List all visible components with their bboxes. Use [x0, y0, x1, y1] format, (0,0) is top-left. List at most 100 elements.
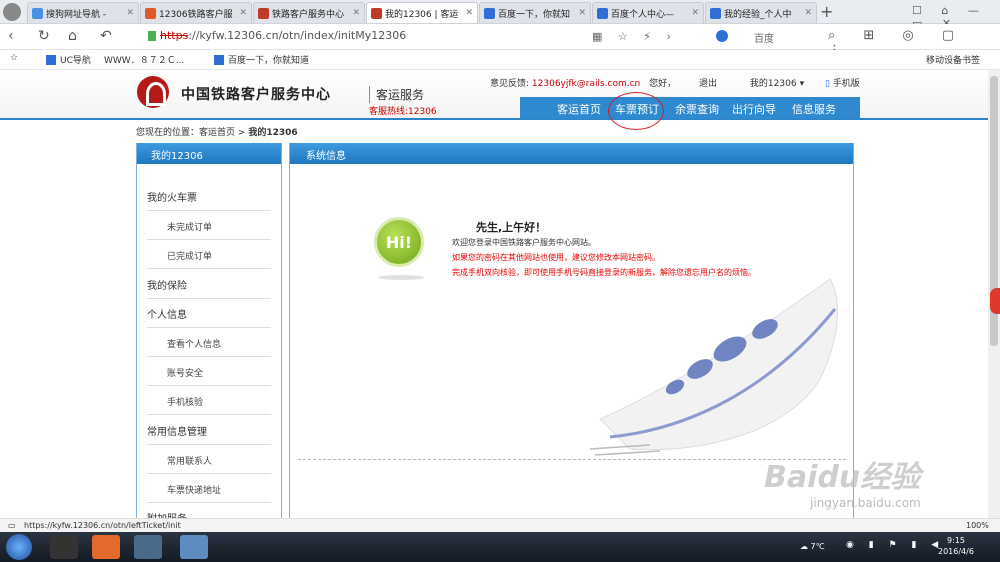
nav-remaining-tickets[interactable]: 余票查询: [675, 101, 719, 117]
refresh-icon[interactable]: ↻: [38, 27, 50, 45]
browser-tab[interactable]: 百度个人中心— ✕: [592, 2, 704, 23]
feedback-email-link[interactable]: 12306yjfk@rails.com.cn: [532, 79, 640, 89]
welcome-text: 欢迎您登录中国铁路客户服务中心网站。: [452, 238, 596, 247]
menu-group-personal-info[interactable]: 个人信息: [147, 306, 187, 321]
browser-tab[interactable]: 我的12306 | 客运 ✕: [366, 2, 478, 23]
secure-shield-icon: [148, 31, 156, 41]
url-field[interactable]: https://kyfw.12306.cn/otn/index/initMy12…: [160, 29, 406, 42]
breadcrumb-home[interactable]: 客运首页: [199, 128, 235, 138]
watermark-site: jingyan.baidu.com: [810, 496, 921, 510]
red-circle-annotation: [608, 92, 664, 130]
menu-item-contacts[interactable]: 常用联系人: [167, 454, 212, 467]
menu-item-unfinished-orders[interactable]: 未完成订单: [167, 220, 212, 233]
tab-favicon-icon: [371, 7, 382, 19]
tab-favicon-icon: [145, 7, 156, 19]
browser-tab[interactable]: 搜狗网址导航 - ✕: [27, 2, 139, 23]
panel-title: 系统信息: [290, 143, 853, 164]
hi-badge-icon: Hi!: [374, 217, 424, 267]
close-icon[interactable]: ✕: [126, 8, 134, 18]
baidu-icon: [214, 54, 224, 65]
password-warning: 如果您的密码在其他网站也使用，建议您修改本网站密码。: [452, 253, 660, 262]
back-icon[interactable]: ‹: [8, 27, 14, 45]
address-bar-row: ‹ ↻ ⌂ ↶ https://kyfw.12306.cn/otn/index/…: [0, 24, 1000, 58]
tab-favicon-icon: [710, 7, 721, 19]
undo-icon[interactable]: ↶: [100, 27, 112, 45]
browser-tab[interactable]: 百度一下，你就知 ✕: [479, 2, 591, 23]
greeting: 您好，: [649, 79, 677, 89]
train-illustration: [590, 278, 838, 456]
left-menu: 我的12306 我的火车票 未完成订单 已完成订单 我的保险 个人信息 查看个人…: [136, 143, 282, 525]
qq-icon[interactable]: [50, 535, 78, 559]
close-icon[interactable]: ✕: [578, 8, 586, 18]
page-header: 中国铁路客户服务中心 客运服务 客服热线:12306 意见反馈: 12306yj…: [0, 70, 1000, 130]
baidu-search-icon[interactable]: [716, 30, 728, 42]
browser-tab[interactable]: 12306铁路客户服 ✕: [140, 2, 252, 23]
menu-group-tickets[interactable]: 我的火车票: [147, 189, 197, 204]
close-icon[interactable]: ✕: [804, 8, 812, 18]
windows-taskbar: ☁ 7℃ ◉ ▮ ⚑ ▮ ◀ 9:15 2016/4/6: [0, 532, 1000, 562]
chevron-down-icon: ▾: [799, 79, 805, 89]
status-url: https://kyfw.12306.cn/otn/leftTicket/ini…: [24, 521, 181, 530]
home-icon[interactable]: ⌂: [68, 27, 77, 45]
baidu-watermark: Baidu经验: [764, 460, 921, 495]
paint-icon[interactable]: [134, 535, 162, 559]
bookmark-www[interactable]: WWW．８７２Ｃ...: [104, 53, 184, 66]
top-info-bar: 意见反馈: 12306yjfk@rails.com.cn 您好， 退出 我的12…: [490, 76, 860, 89]
uc-browser-icon[interactable]: [92, 535, 120, 559]
bookmark-baidu[interactable]: 百度一下，你就知道: [214, 53, 309, 66]
phone-icon: ▯: [824, 79, 830, 89]
railway-logo-icon[interactable]: [137, 76, 169, 108]
hotline: 客服热线:12306: [369, 107, 437, 117]
site-subtitle: 客运服务: [369, 86, 424, 103]
bookmark-bar: ☆ UC导航 WWW．８７２Ｃ... 百度一下，你就知道 移动设备书签: [0, 50, 1000, 70]
bookmark-uc[interactable]: UC导航: [46, 53, 91, 66]
breadcrumb-current: 我的12306: [248, 128, 298, 138]
search-engine-input[interactable]: 百度: [754, 30, 774, 45]
side-float-button[interactable]: [990, 288, 1000, 314]
image-viewer-icon[interactable]: [180, 535, 208, 559]
breadcrumb: 您现在的位置：客运首页 > 我的12306: [136, 128, 298, 138]
browser-logo-icon[interactable]: [3, 3, 21, 21]
nav-travel-guide[interactable]: 出行向导: [732, 101, 776, 117]
bookmark-mobile[interactable]: 移动设备书签: [926, 53, 980, 66]
uc-icon: [46, 54, 56, 65]
browser-tab-bar: 搜狗网址导航 - ✕ 12306铁路客户服 ✕ 铁路客户服务中心 ✕ 我的12306 | 客…: [0, 0, 1000, 30]
left-menu-title: 我的12306: [137, 143, 281, 164]
menu-item-view-personal-info[interactable]: 查看个人信息: [167, 337, 221, 350]
address-tools-icons[interactable]: ▦ ☆ ⚡ ›: [592, 30, 677, 43]
main-nav: 客运首页 车票预订 余票查询 出行向导 信息服务: [520, 97, 860, 119]
menu-item-phone-verify[interactable]: 手机核验: [167, 395, 203, 408]
site-name: 中国铁路客户服务中心: [181, 87, 331, 103]
close-icon[interactable]: ✕: [691, 8, 699, 18]
clock[interactable]: 9:15 2016/4/6: [938, 535, 974, 557]
menu-item-completed-orders[interactable]: 已完成订单: [167, 249, 212, 262]
close-icon[interactable]: ✕: [352, 8, 360, 18]
logout-link[interactable]: 退出: [699, 79, 717, 89]
zoom-level[interactable]: 100%: [966, 521, 989, 530]
tab-favicon-icon: [484, 7, 495, 19]
feedback-label: 意见反馈:: [490, 79, 530, 89]
tab-favicon-icon: [32, 7, 43, 19]
menu-group-insurance[interactable]: 我的保险: [147, 277, 187, 292]
browser-tab[interactable]: 铁路客户服务中心 ✕: [253, 2, 365, 23]
star-icon[interactable]: ☆: [10, 53, 18, 63]
menu-item-delivery-address[interactable]: 车票快递地址: [167, 483, 221, 496]
browser-tab[interactable]: 我的经验_个人中 ✕: [705, 2, 817, 23]
new-tab-icon[interactable]: +: [820, 2, 833, 21]
my12306-dropdown[interactable]: 我的12306: [750, 79, 797, 89]
close-icon[interactable]: ✕: [239, 8, 247, 18]
nav-info-service[interactable]: 信息服务: [792, 101, 836, 117]
menu-item-account-security[interactable]: 账号安全: [167, 366, 203, 379]
tray-icons[interactable]: ◉ ▮ ⚑ ▮ ◀: [846, 540, 944, 550]
tab-favicon-icon: [258, 7, 269, 19]
weather[interactable]: ☁ 7℃: [800, 542, 825, 551]
greeting-text: 先生,上午好！: [476, 221, 547, 234]
status-icon: ▭: [8, 521, 16, 530]
start-button-icon[interactable]: [6, 534, 32, 560]
status-bar: ▭ https://kyfw.12306.cn/otn/leftTicket/i…: [0, 518, 1000, 532]
close-icon[interactable]: ✕: [465, 8, 473, 18]
nav-home[interactable]: 客运首页: [557, 101, 601, 117]
menu-group-common-info[interactable]: 常用信息管理: [147, 423, 207, 438]
tab-favicon-icon: [597, 7, 608, 19]
mobile-link[interactable]: 手机版: [833, 79, 860, 89]
